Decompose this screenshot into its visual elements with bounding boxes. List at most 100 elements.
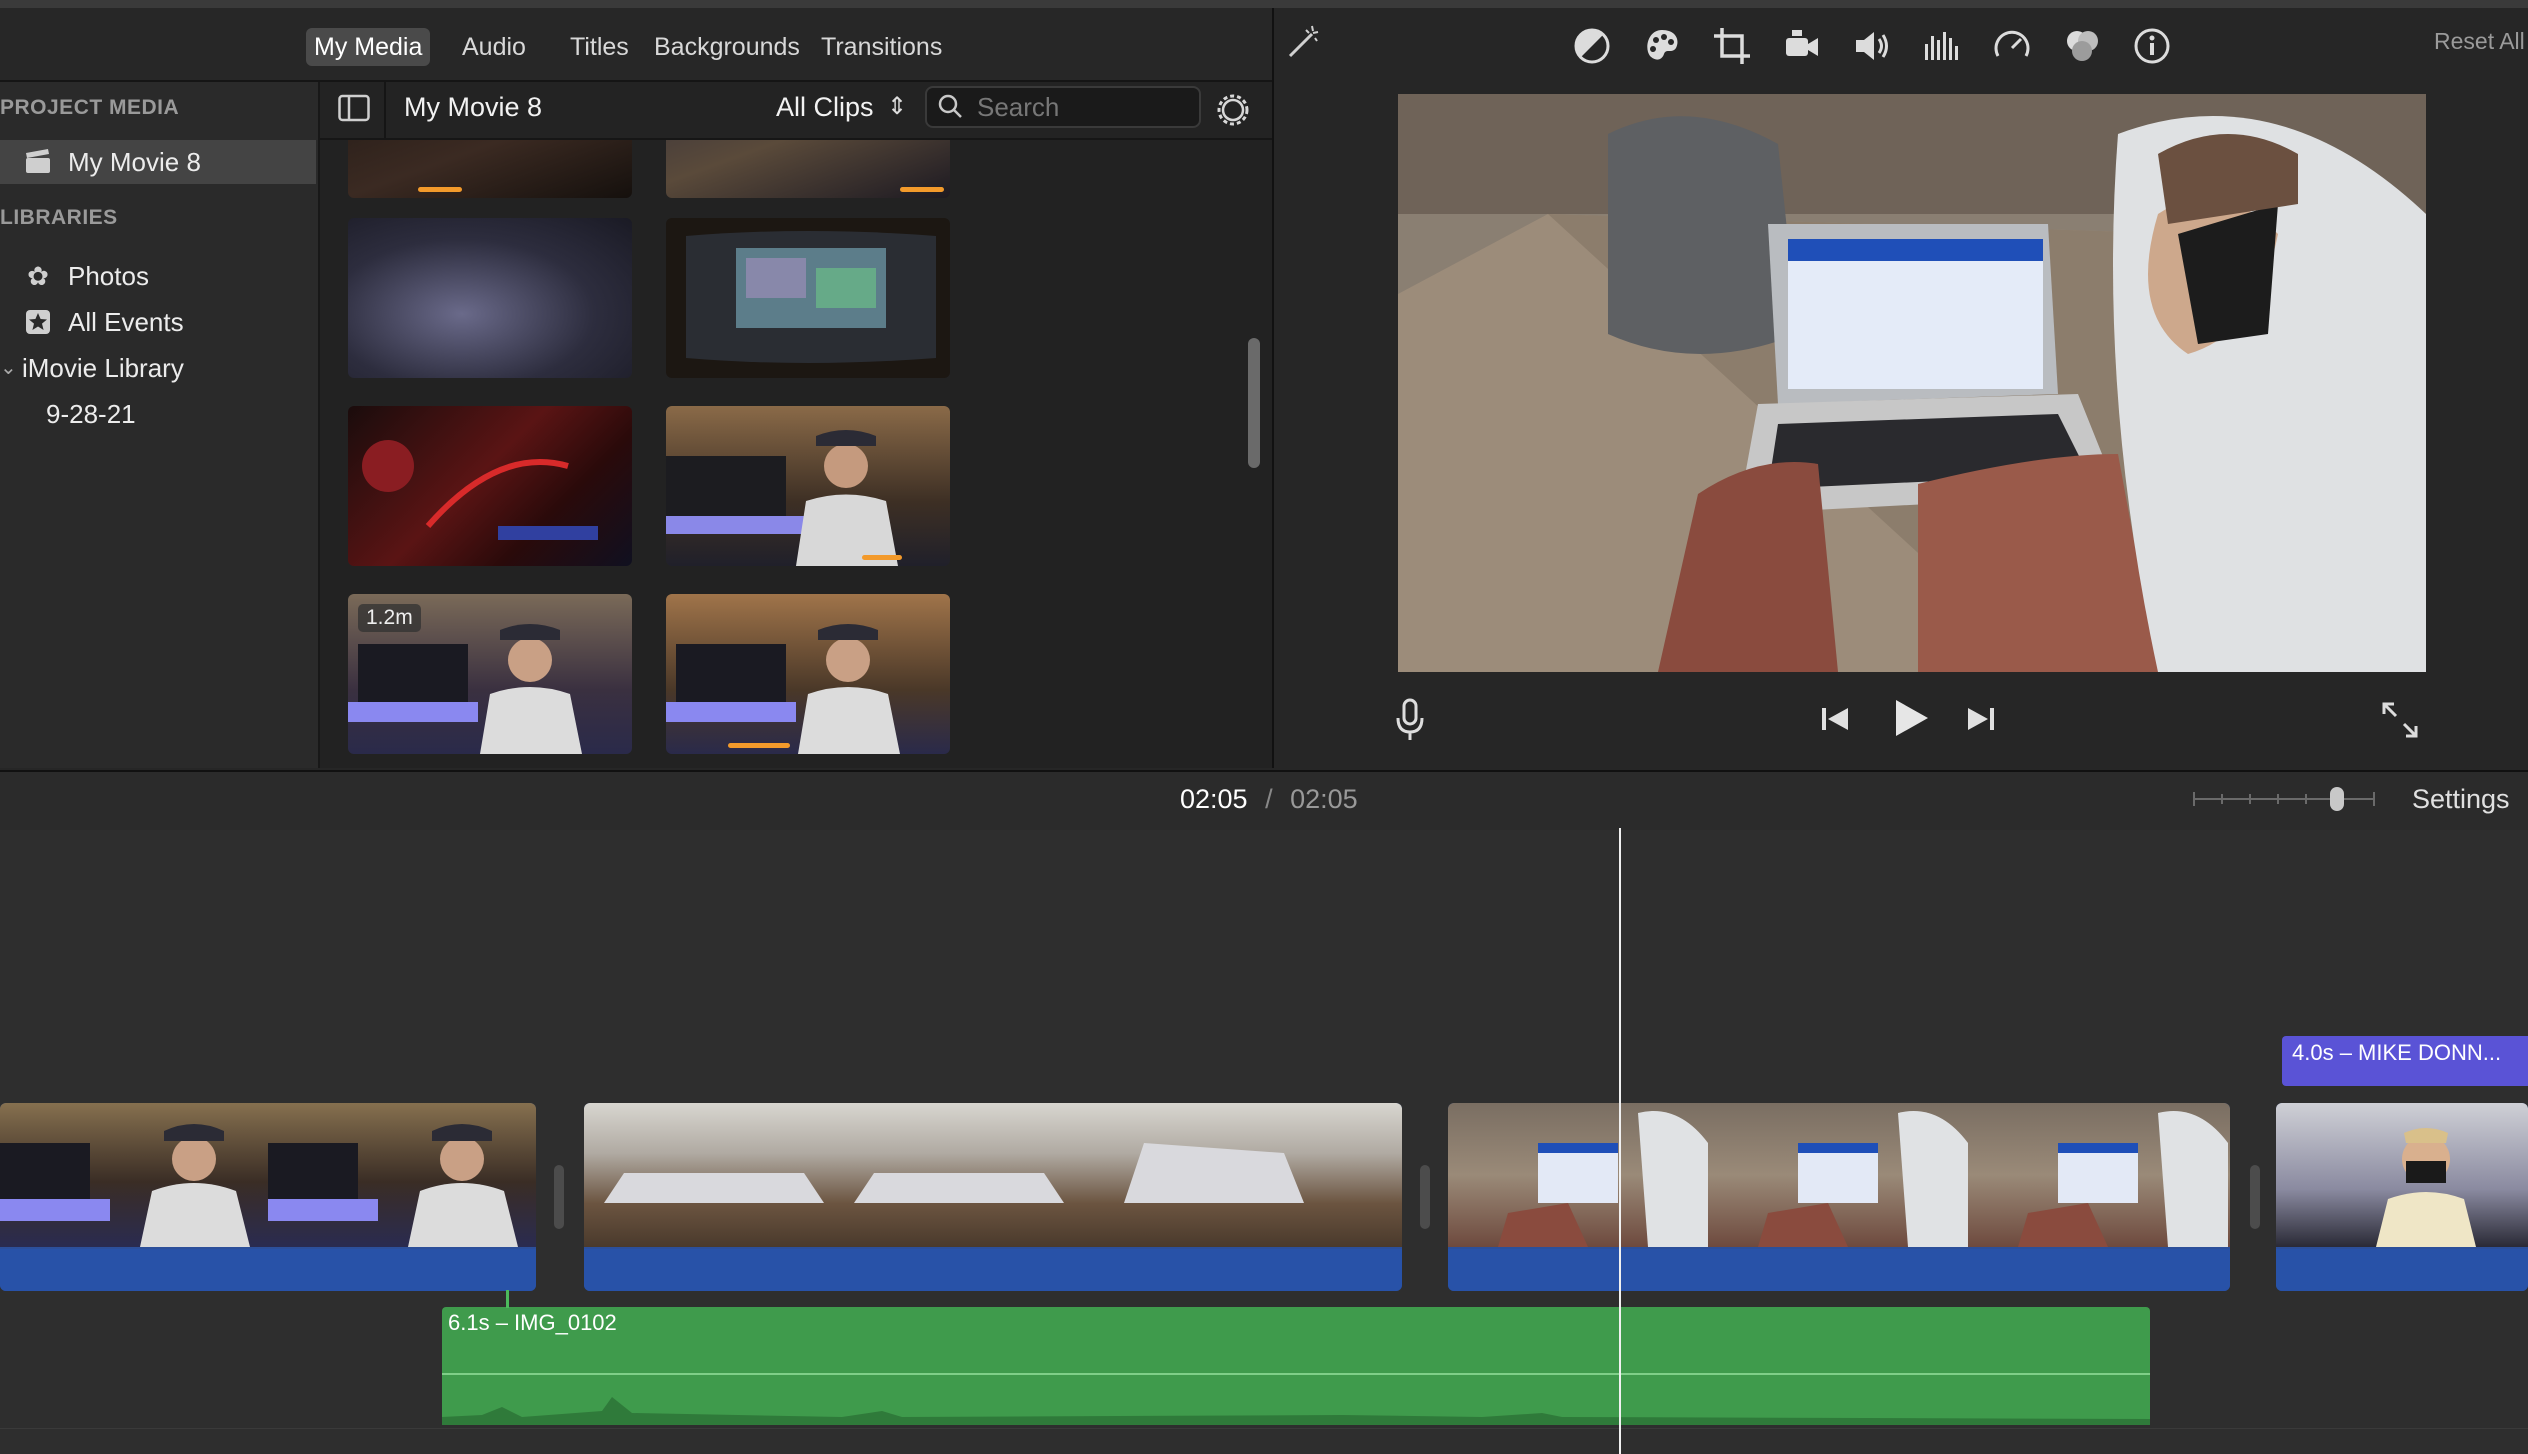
person-thumbnail-art [666,624,900,754]
search-icon [937,93,963,124]
volume-icon[interactable] [1852,26,1892,66]
time-separator: / [1265,784,1273,814]
laptop-frames-art [604,1143,1304,1203]
title-clip-label: 4.0s – MIKE DONN... [2292,1040,2502,1065]
person-thumbnail-art [666,430,898,566]
sidebar-item-event-date[interactable]: 9-28-21 [0,392,316,436]
audio-waveform [0,1249,536,1291]
playhead[interactable] [1619,828,1621,1454]
timeline-settings-button[interactable]: Settings [2412,784,2510,815]
volume-line[interactable] [442,1373,2150,1375]
tab-audio[interactable]: Audio [454,28,534,66]
project-media-header: PROJECT MEDIA [0,96,180,119]
noise-reduction-icon[interactable] [2062,26,2102,66]
sidebar-item-imovie-library[interactable]: ⌄ iMovie Library [0,346,316,390]
media-tab-bar: My Media Audio Titles Backgrounds Transi… [0,8,1272,82]
clip-gap-handle[interactable] [2250,1165,2260,1229]
sidebar-item-label: 9-28-21 [46,399,136,429]
browser-scrollbar[interactable] [1248,338,1260,468]
clip-info-icon[interactable] [2132,26,2172,66]
clip-thumbnail[interactable] [348,140,632,198]
library-sidebar: PROJECT MEDIA My Movie 8 LIBRARIES ✿ Pho… [0,82,320,768]
chevron-updown-icon[interactable]: ⇕ [887,92,907,121]
play-icon[interactable] [1888,696,1932,745]
clip-gap-handle[interactable] [1420,1165,1430,1229]
speed-icon[interactable] [1992,26,2032,66]
video-clip[interactable] [2276,1103,2528,1291]
pc-interior-thumbnail-art [362,440,598,540]
skip-back-icon[interactable] [1818,702,1854,741]
clip-thumbnail[interactable] [666,218,950,378]
tab-titles[interactable]: Titles [562,28,637,66]
chevron-down-icon[interactable]: ⌄ [0,346,17,390]
clip-grid: 1.2m [320,140,1240,768]
window-top-strip [0,0,2528,8]
sidebar-item-label: All Events [68,307,184,337]
header-divider [384,82,386,138]
person-frames-art [0,1124,518,1247]
sidebar-item-my-movie[interactable]: My Movie 8 [0,140,316,184]
microphone-icon[interactable] [1394,698,1426,747]
clip-gap-handle[interactable] [554,1165,564,1229]
video-clip[interactable] [0,1103,536,1291]
search-input[interactable]: Search [925,86,1201,128]
sidebar-item-label: My Movie 8 [68,147,201,177]
audio-waveform [442,1397,2150,1425]
audio-waveform [2276,1249,2528,1291]
preview-frame-art [1398,94,2426,672]
timecode-display: 02:05 / 02:05 [1180,784,1358,815]
crop-icon[interactable] [1712,26,1752,66]
photos-icon: ✿ [27,261,49,291]
fullscreen-icon[interactable] [2380,700,2420,745]
track-divider [0,1428,2528,1429]
stabilization-icon[interactable] [1782,26,1822,66]
star-icon [22,300,54,348]
sidebar-item-all-events[interactable]: All Events [0,300,316,344]
color-balance-icon[interactable] [1572,26,1612,66]
used-range-bar [418,187,462,192]
equalizer-icon[interactable] [1922,26,1962,66]
search-placeholder: Search [977,92,1060,122]
tab-my-media[interactable]: My Media [306,28,431,66]
monitor-thumbnail-art [686,231,936,363]
used-range-bar [862,555,902,560]
clip-filter-select[interactable]: All Clips [776,92,874,123]
duration-badge: 1.2m [358,604,421,632]
audio-waveform [584,1249,1402,1291]
video-clip[interactable] [584,1103,1402,1291]
interview-frame-art [2376,1128,2476,1247]
current-time: 02:05 [1180,784,1248,814]
browser-title: My Movie 8 [404,92,543,122]
typing-frames-art [1498,1111,2228,1247]
tab-transitions[interactable]: Transitions [813,28,950,66]
sidebar-item-photos[interactable]: ✿ Photos [0,254,316,298]
clip-thumbnail[interactable] [666,406,950,566]
video-clip[interactable] [1448,1103,2230,1291]
clip-frames [2276,1103,2528,1247]
skip-forward-icon[interactable] [1962,702,1998,741]
clip-frames [584,1103,1402,1247]
sidebar-toggle-icon[interactable] [338,94,370,127]
color-correction-icon[interactable] [1642,26,1682,66]
sidebar-item-label: iMovie Library [22,353,184,383]
libraries-header: LIBRARIES [0,206,118,229]
clip-frames [0,1103,536,1247]
video-preview [1398,94,2426,672]
clip-thumbnail[interactable]: 1.2m [348,594,632,754]
clip-thumbnail[interactable] [348,406,632,566]
audio-clip[interactable] [442,1307,2150,1425]
magic-wand-icon[interactable] [1282,24,1322,69]
audio-connection-marker [506,1290,509,1308]
used-range-bar [900,187,944,192]
reset-all-button[interactable]: Reset All [2434,28,2525,55]
gear-icon[interactable] [1213,90,1253,135]
used-range-bar [728,743,790,748]
tab-backgrounds[interactable]: Backgrounds [646,28,808,66]
clip-thumbnail[interactable] [348,218,632,378]
clapperboard-icon [22,140,54,188]
zoom-slider[interactable] [2190,786,2378,817]
clip-thumbnail[interactable] [666,594,950,754]
clip-thumbnail[interactable] [666,140,950,198]
sidebar-item-label: Photos [68,261,149,291]
clip-frames [1448,1103,2230,1247]
